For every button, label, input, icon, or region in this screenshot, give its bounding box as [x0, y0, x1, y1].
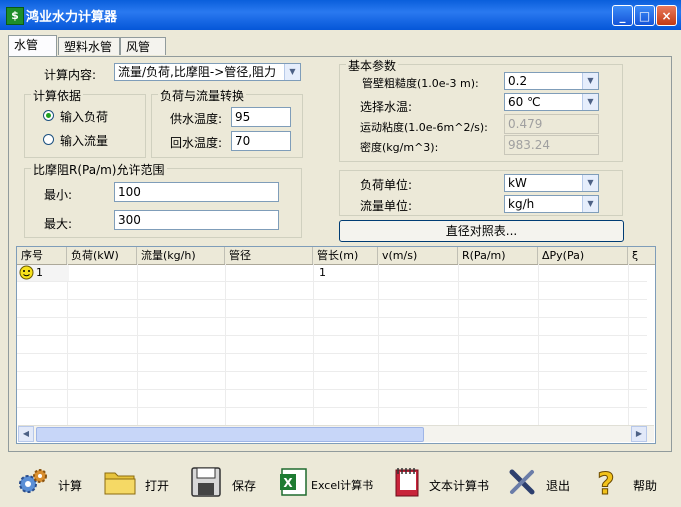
flow-unit-label: 流量单位:	[360, 199, 413, 213]
water-temp-label: 选择水温:	[360, 100, 413, 114]
roughness-select[interactable]: 0.2 ▼	[504, 72, 599, 90]
grid-header: 序号 负荷(kW) 流量(kg/h) 管径 管长(m) v(m/s) R(Pa/…	[17, 247, 655, 265]
radio-input-load-label[interactable]: 输入负荷	[60, 108, 108, 125]
results-grid[interactable]: 序号 负荷(kW) 流量(kg/h) 管径 管长(m) v(m/s) R(Pa/…	[16, 246, 656, 444]
save-label: 保存	[232, 479, 257, 493]
chevron-down-icon[interactable]: ▼	[284, 64, 300, 80]
flow-unit-value: kg/h	[508, 197, 535, 211]
water-temp-value: 60 ℃	[508, 95, 541, 109]
supply-temp-input[interactable]: 95	[231, 107, 291, 127]
calculate-button[interactable]: 计算	[16, 466, 86, 500]
load-unit-select[interactable]: kW ▼	[504, 174, 599, 192]
viscosity-label: 运动粘度(1.0e-6m^2/s):	[360, 121, 488, 134]
open-button[interactable]: 打开	[104, 466, 174, 500]
diameter-table-button[interactable]: 直径对照表...	[339, 220, 624, 242]
scroll-thumb[interactable]	[36, 427, 424, 442]
chevron-down-icon[interactable]: ▼	[582, 73, 598, 89]
scroll-right-icon[interactable]: ▶	[631, 426, 647, 442]
tab-air-duct[interactable]: 风管	[120, 37, 166, 55]
col-header-pressure-drop: ΔPy(Pa)	[538, 247, 628, 264]
min-friction-label: 最小:	[44, 188, 73, 202]
calculate-gears-icon	[19, 469, 47, 493]
roughness-label: 管壁粗糙度(1.0e-3 m):	[362, 77, 479, 90]
calc-content-select[interactable]: 流量/负荷,比摩阻->管径,阻力 ▼	[114, 63, 301, 81]
svg-text:X: X	[283, 476, 293, 490]
col-header-velocity: v(m/s)	[378, 247, 458, 264]
row-length[interactable]: 1	[315, 265, 326, 281]
save-floppy-icon	[191, 467, 221, 497]
app-window: $ 鸿业水力计算器 _ □ × 水管 塑料水管 风管 计算内容: 流量/负荷,比…	[0, 0, 681, 507]
excel-icon: X	[280, 468, 307, 496]
smiley-icon	[19, 265, 34, 280]
exit-button[interactable]: 退出	[506, 466, 576, 500]
chevron-down-icon[interactable]: ▼	[582, 196, 598, 212]
row-index: 1	[36, 266, 43, 279]
tab-water-pipe[interactable]: 水管	[8, 35, 57, 56]
text-book-icon	[395, 468, 419, 497]
text-report-button[interactable]: 文本计算书	[392, 466, 498, 500]
help-label: 帮助	[633, 479, 658, 493]
exit-tools-icon	[509, 469, 535, 495]
max-friction-label: 最大:	[44, 217, 73, 231]
save-button[interactable]: 保存	[190, 466, 260, 500]
col-header-friction: R(Pa/m)	[458, 247, 538, 264]
roughness-value: 0.2	[508, 74, 528, 88]
return-temp-label: 回水温度:	[170, 136, 223, 150]
col-header-diameter: 管径	[225, 247, 313, 264]
exit-label: 退出	[546, 479, 571, 493]
col-header-length: 管长(m)	[313, 247, 378, 264]
radio-input-load[interactable]	[43, 110, 54, 121]
scroll-left-icon[interactable]: ◀	[18, 426, 34, 442]
friction-range-title: 比摩阻R(Pa/m)允许范围	[31, 161, 167, 178]
excel-report-button[interactable]: X Excel计算书	[278, 466, 384, 500]
chevron-down-icon[interactable]: ▼	[582, 94, 598, 110]
calculate-label: 计算	[58, 479, 83, 493]
load-unit-label: 负荷单位:	[360, 178, 413, 192]
flow-unit-select[interactable]: kg/h ▼	[504, 195, 599, 213]
density-field: 983.24	[504, 135, 599, 155]
help-button[interactable]: ? 帮助	[592, 466, 664, 503]
basic-params-title: 基本参数	[346, 57, 399, 74]
max-friction-input[interactable]: 300	[114, 210, 279, 230]
help-icon: ?	[597, 467, 615, 503]
water-temp-select[interactable]: 60 ℃ ▼	[504, 93, 599, 111]
svg-text:?: ?	[597, 467, 614, 500]
chevron-down-icon[interactable]: ▼	[582, 175, 598, 191]
excel-report-label: Excel计算书	[311, 479, 374, 492]
window-title: 鸿业水力计算器	[26, 10, 118, 25]
maximize-button[interactable]: □	[634, 5, 655, 26]
return-temp-input[interactable]: 70	[231, 131, 291, 151]
open-folder-icon	[104, 472, 136, 495]
min-friction-input[interactable]: 100	[114, 182, 279, 202]
col-header-flow: 流量(kg/h)	[137, 247, 225, 264]
calc-content-label: 计算内容:	[44, 68, 97, 82]
load-unit-value: kW	[508, 176, 527, 190]
radio-input-flow-label[interactable]: 输入流量	[60, 132, 108, 149]
radio-input-flow[interactable]	[43, 134, 54, 145]
col-header-load: 负荷(kW)	[67, 247, 137, 264]
col-header-index: 序号	[17, 247, 67, 264]
horizontal-scrollbar[interactable]: ◀ ▶	[18, 425, 654, 442]
tab-plastic-pipe[interactable]: 塑料水管	[58, 37, 120, 55]
title-bar: $ 鸿业水力计算器 _ □ ×	[0, 0, 681, 30]
text-report-label: 文本计算书	[429, 479, 490, 493]
open-label: 打开	[145, 479, 170, 493]
close-button[interactable]: ×	[656, 5, 677, 26]
load-flow-conversion-title: 负荷与流量转换	[158, 87, 247, 104]
viscosity-field: 0.479	[504, 114, 599, 134]
calc-basis-title: 计算依据	[31, 87, 84, 104]
density-label: 密度(kg/m^3):	[360, 141, 439, 154]
calc-content-value: 流量/负荷,比摩阻->管径,阻力	[118, 65, 277, 79]
supply-temp-label: 供水温度:	[170, 112, 223, 126]
col-header-xi: ξ	[628, 247, 655, 264]
app-icon: $	[6, 7, 24, 25]
minimize-button[interactable]: _	[612, 5, 633, 26]
table-row[interactable]: 1	[17, 265, 69, 281]
